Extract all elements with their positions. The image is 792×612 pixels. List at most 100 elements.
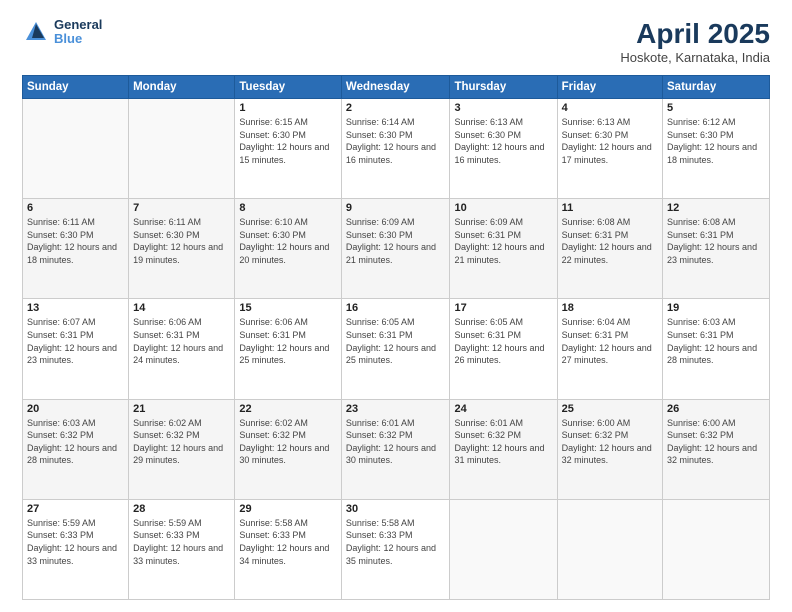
weekday-header: Sunday	[23, 76, 129, 99]
calendar-cell: 14 Sunrise: 6:06 AMSunset: 6:31 PMDayligh…	[129, 299, 235, 399]
day-info: Sunrise: 6:01 AMSunset: 6:32 PMDaylight:…	[454, 417, 552, 467]
day-number: 23	[346, 403, 446, 415]
day-info: Sunrise: 6:08 AMSunset: 6:31 PMDaylight:…	[562, 216, 658, 266]
logo: General Blue	[22, 18, 102, 47]
calendar-cell: 5 Sunrise: 6:12 AMSunset: 6:30 PMDaylight…	[663, 99, 770, 199]
day-number: 28	[133, 503, 230, 515]
day-number: 1	[239, 102, 337, 114]
month-year: April 2025	[620, 18, 770, 50]
day-number: 18	[562, 302, 658, 314]
day-info: Sunrise: 5:58 AMSunset: 6:33 PMDaylight:…	[346, 517, 446, 567]
day-info: Sunrise: 6:11 AMSunset: 6:30 PMDaylight:…	[133, 216, 230, 266]
calendar-week-row: 20Sunrise: 6:03 AMSunset: 6:32 PMDayligh…	[23, 399, 770, 499]
day-number: 4	[562, 102, 658, 114]
day-info: Sunrise: 5:59 AMSunset: 6:33 PMDaylight:…	[133, 517, 230, 567]
logo-icon	[22, 18, 50, 46]
day-number: 12	[667, 202, 765, 214]
weekday-header: Saturday	[663, 76, 770, 99]
day-info: Sunrise: 6:14 AMSunset: 6:30 PMDaylight:…	[346, 116, 446, 166]
calendar-cell: 30 Sunrise: 5:58 AMSunset: 6:33 PMDayligh…	[341, 499, 450, 599]
calendar-cell: 16 Sunrise: 6:05 AMSunset: 6:31 PMDayligh…	[341, 299, 450, 399]
calendar-cell: 22 Sunrise: 6:02 AMSunset: 6:32 PMDayligh…	[235, 399, 342, 499]
day-info: Sunrise: 6:12 AMSunset: 6:30 PMDaylight:…	[667, 116, 765, 166]
calendar-cell: 9 Sunrise: 6:09 AMSunset: 6:30 PMDaylight…	[341, 199, 450, 299]
day-number: 13	[27, 302, 124, 314]
day-info: Sunrise: 5:58 AMSunset: 6:33 PMDaylight:…	[239, 517, 337, 567]
day-info: Sunrise: 6:06 AMSunset: 6:31 PMDaylight:…	[133, 316, 230, 366]
calendar-cell: 27Sunrise: 5:59 AMSunset: 6:33 PMDayligh…	[23, 499, 129, 599]
calendar-table: SundayMondayTuesdayWednesdayThursdayFrid…	[22, 75, 770, 600]
day-info: Sunrise: 6:02 AMSunset: 6:32 PMDaylight:…	[239, 417, 337, 467]
calendar-cell: 28 Sunrise: 5:59 AMSunset: 6:33 PMDayligh…	[129, 499, 235, 599]
calendar-week-row: 6 Sunrise: 6:11 AMSunset: 6:30 PMDaylight…	[23, 199, 770, 299]
calendar-cell: 20Sunrise: 6:03 AMSunset: 6:32 PMDayligh…	[23, 399, 129, 499]
day-number: 29	[239, 503, 337, 515]
day-info: Sunrise: 6:09 AMSunset: 6:31 PMDaylight:…	[454, 216, 552, 266]
calendar-cell: 17 Sunrise: 6:05 AMSunset: 6:31 PMDayligh…	[450, 299, 557, 399]
day-info: Sunrise: 6:04 AMSunset: 6:31 PMDaylight:…	[562, 316, 658, 366]
day-info: Sunrise: 6:08 AMSunset: 6:31 PMDaylight:…	[667, 216, 765, 266]
day-number: 30	[346, 503, 446, 515]
calendar-cell: 23Sunrise: 6:01 AMSunset: 6:32 PMDayligh…	[341, 399, 450, 499]
calendar-cell: 24 Sunrise: 6:01 AMSunset: 6:32 PMDayligh…	[450, 399, 557, 499]
calendar-cell: 19Sunrise: 6:03 AMSunset: 6:31 PMDayligh…	[663, 299, 770, 399]
day-info: Sunrise: 6:10 AMSunset: 6:30 PMDaylight:…	[239, 216, 337, 266]
day-number: 17	[454, 302, 552, 314]
day-info: Sunrise: 6:09 AMSunset: 6:30 PMDaylight:…	[346, 216, 446, 266]
weekday-header: Wednesday	[341, 76, 450, 99]
day-number: 10	[454, 202, 552, 214]
day-info: Sunrise: 6:15 AMSunset: 6:30 PMDaylight:…	[239, 116, 337, 166]
day-info: Sunrise: 6:02 AMSunset: 6:32 PMDaylight:…	[133, 417, 230, 467]
day-number: 19	[667, 302, 765, 314]
day-number: 22	[239, 403, 337, 415]
calendar-cell: 26Sunrise: 6:00 AMSunset: 6:32 PMDayligh…	[663, 399, 770, 499]
day-number: 6	[27, 202, 124, 214]
calendar-cell: 12 Sunrise: 6:08 AMSunset: 6:31 PMDayligh…	[663, 199, 770, 299]
calendar-cell: 10 Sunrise: 6:09 AMSunset: 6:31 PMDayligh…	[450, 199, 557, 299]
calendar-cell	[663, 499, 770, 599]
weekday-header: Thursday	[450, 76, 557, 99]
day-info: Sunrise: 6:13 AMSunset: 6:30 PMDaylight:…	[454, 116, 552, 166]
calendar-cell: 3 Sunrise: 6:13 AMSunset: 6:30 PMDaylight…	[450, 99, 557, 199]
day-number: 14	[133, 302, 230, 314]
day-number: 9	[346, 202, 446, 214]
day-number: 21	[133, 403, 230, 415]
calendar-cell: 13 Sunrise: 6:07 AMSunset: 6:31 PMDayligh…	[23, 299, 129, 399]
day-info: Sunrise: 6:00 AMSunset: 6:32 PMDaylight:…	[667, 417, 765, 467]
day-info: Sunrise: 6:03 AMSunset: 6:32 PMDaylight:…	[27, 417, 124, 467]
day-number: 5	[667, 102, 765, 114]
logo-line1: General	[54, 18, 102, 32]
calendar-cell: 25Sunrise: 6:00 AMSunset: 6:32 PMDayligh…	[557, 399, 662, 499]
day-number: 15	[239, 302, 337, 314]
day-number: 11	[562, 202, 658, 214]
location: Hoskote, Karnataka, India	[620, 50, 770, 65]
calendar-cell	[129, 99, 235, 199]
day-info: Sunrise: 6:11 AMSunset: 6:30 PMDaylight:…	[27, 216, 124, 266]
header: General Blue April 2025 Hoskote, Karnata…	[22, 18, 770, 65]
day-number: 2	[346, 102, 446, 114]
calendar-cell: 6 Sunrise: 6:11 AMSunset: 6:30 PMDaylight…	[23, 199, 129, 299]
day-number: 24	[454, 403, 552, 415]
day-info: Sunrise: 6:06 AMSunset: 6:31 PMDaylight:…	[239, 316, 337, 366]
calendar-cell	[557, 499, 662, 599]
day-info: Sunrise: 6:13 AMSunset: 6:30 PMDaylight:…	[562, 116, 658, 166]
title-block: April 2025 Hoskote, Karnataka, India	[620, 18, 770, 65]
weekday-header: Monday	[129, 76, 235, 99]
day-number: 3	[454, 102, 552, 114]
logo-text: General Blue	[54, 18, 102, 47]
calendar-week-row: 13 Sunrise: 6:07 AMSunset: 6:31 PMDayligh…	[23, 299, 770, 399]
day-info: Sunrise: 6:05 AMSunset: 6:31 PMDaylight:…	[346, 316, 446, 366]
day-info: Sunrise: 6:05 AMSunset: 6:31 PMDaylight:…	[454, 316, 552, 366]
weekday-header-row: SundayMondayTuesdayWednesdayThursdayFrid…	[23, 76, 770, 99]
calendar-week-row: 27 Sunrise: 5:59 AMSunset: 6:33 PMDayligh…	[23, 499, 770, 599]
day-info: Sunrise: 6:07 AMSunset: 6:31 PMDaylight:…	[27, 316, 124, 366]
day-number: 7	[133, 202, 230, 214]
day-number: 8	[239, 202, 337, 214]
day-number: 27	[27, 503, 124, 515]
calendar-cell: 4 Sunrise: 6:13 AMSunset: 6:30 PMDaylight…	[557, 99, 662, 199]
weekday-header: Tuesday	[235, 76, 342, 99]
calendar-cell: 8 Sunrise: 6:10 AMSunset: 6:30 PMDaylight…	[235, 199, 342, 299]
day-info: Sunrise: 6:00 AMSunset: 6:32 PMDaylight:…	[562, 417, 658, 467]
day-number: 16	[346, 302, 446, 314]
calendar-cell: 18 Sunrise: 6:04 AMSunset: 6:31 PMDayligh…	[557, 299, 662, 399]
